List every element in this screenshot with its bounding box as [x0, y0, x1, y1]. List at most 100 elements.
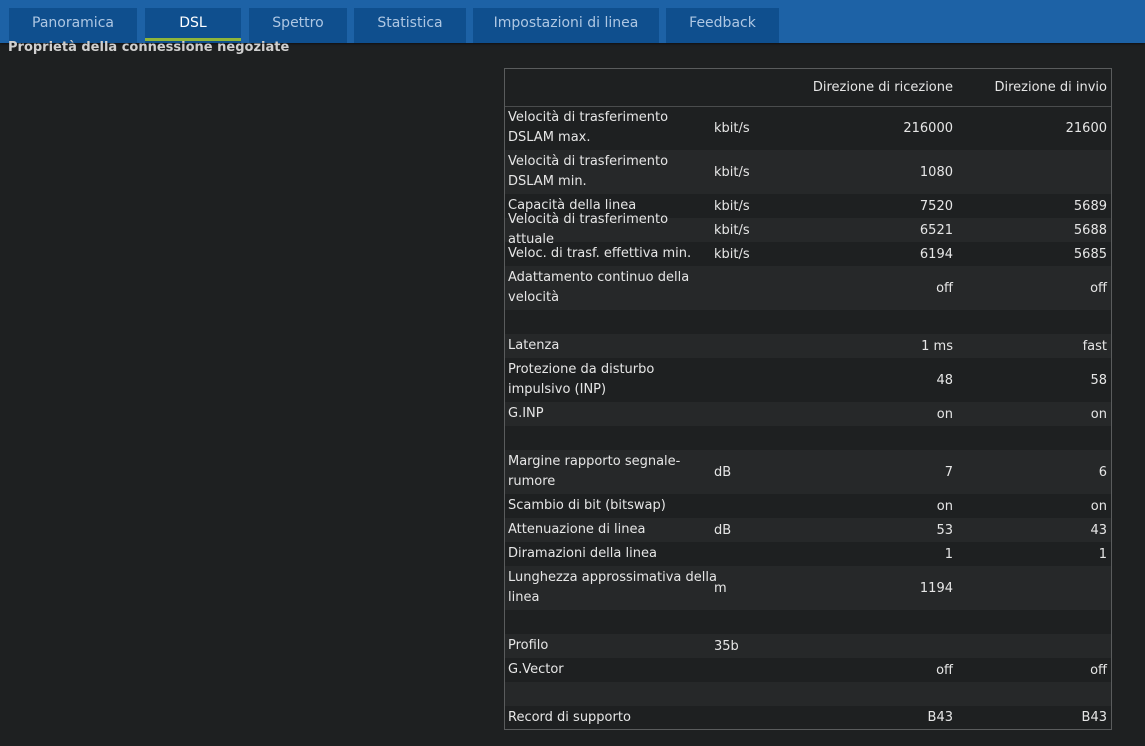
table-row: Velocità di trasferimento DSLAM min. kbi…: [505, 150, 1111, 194]
column-header-rx: Direzione di ricezione: [812, 80, 953, 95]
row-value-tx: 43: [1090, 522, 1107, 538]
row-unit: kbit/s: [714, 164, 750, 180]
row-label: [508, 682, 718, 706]
row-value-tx: 58: [1090, 372, 1107, 388]
row-unit: [714, 334, 774, 358]
table-row: G.Vector off off: [505, 658, 1111, 682]
row-value-tx: [965, 634, 1107, 658]
row-value-tx: fast: [1082, 338, 1107, 354]
row-label: G.INP: [508, 406, 544, 421]
row-value-rx: on: [936, 406, 953, 422]
row-value-tx: 6: [1098, 464, 1107, 480]
tab-feedback[interactable]: Feedback: [666, 8, 779, 43]
section-title: Proprietà della connessione negoziate: [8, 40, 290, 55]
row-label: Latenza: [508, 338, 560, 353]
row-label: Veloc. di trasf. effettiva min.: [508, 246, 692, 261]
tab-label: Feedback: [689, 15, 756, 31]
row-label: Lunghezza approssimativa della linea: [508, 570, 717, 605]
table-spacer-row: [505, 426, 1111, 450]
table-row: Velocità di trasferimento attuale kbit/s…: [505, 212, 1111, 247]
table-header-row: Direzione di ricezione Direzione di invi…: [505, 69, 1111, 107]
row-value-tx: [965, 566, 1107, 610]
row-unit: [714, 266, 774, 310]
tab-label: Impostazioni di linea: [493, 15, 639, 31]
row-unit: [714, 658, 774, 682]
row-value-rx: 1 ms: [921, 338, 953, 354]
tab-impostazioni-di-linea[interactable]: Impostazioni di linea: [473, 8, 659, 43]
row-label: Scambio di bit (bitswap): [508, 498, 666, 513]
table-row: G.INP on on: [505, 402, 1111, 426]
table-row: Protezione da disturbo impulsivo (INP) 4…: [505, 358, 1111, 402]
row-unit: dB: [714, 522, 732, 538]
row-unit: kbit/s: [714, 246, 750, 262]
row-label: [508, 610, 718, 634]
table-spacer-row: [505, 682, 1111, 706]
row-value-rx: 1: [944, 546, 953, 562]
tab-label: Statistica: [377, 15, 443, 31]
tab-label: Spettro: [272, 15, 324, 31]
row-value-rx: 1194: [919, 580, 953, 596]
row-value-rx: 1080: [919, 164, 953, 180]
row-label: G.Vector: [508, 662, 564, 677]
row-value-tx: on: [1090, 406, 1107, 422]
row-unit: m: [714, 580, 727, 596]
table-row: Profilo 35b: [505, 634, 1111, 658]
table-row: Lunghezza approssimativa della linea m 1…: [505, 566, 1111, 610]
row-unit: [714, 542, 774, 566]
row-label: Velocità di trasferimento DSLAM min.: [508, 154, 669, 189]
row-value-tx: off: [1090, 662, 1107, 678]
table-spacer-row: [505, 310, 1111, 334]
row-value-tx: [965, 150, 1107, 194]
row-value-rx: 6521: [919, 222, 953, 238]
row-label: Velocità di trasferimento DSLAM max.: [508, 110, 669, 145]
row-value-tx: 1: [1098, 546, 1107, 562]
row-unit: dB: [714, 464, 732, 480]
tab-panoramica[interactable]: Panoramica: [9, 8, 137, 43]
row-value-tx: 5688: [1073, 222, 1107, 238]
row-value-rx: off: [936, 662, 953, 678]
row-label: [508, 426, 718, 450]
tab-dsl[interactable]: DSL: [145, 8, 241, 43]
row-value-rx: 6194: [919, 246, 953, 262]
row-unit: [714, 358, 774, 402]
table-row: Attenuazione di linea dB 53 43: [505, 518, 1111, 542]
table-spacer-row: [505, 610, 1111, 634]
table-row: Scambio di bit (bitswap) on on: [505, 494, 1111, 518]
row-label: Margine rapporto segnale-rumore: [508, 454, 681, 489]
row-value-tx: on: [1090, 498, 1107, 514]
tab-spettro[interactable]: Spettro: [249, 8, 347, 43]
table-row: Adattamento continuo della velocità off …: [505, 266, 1111, 310]
connection-properties-table: Direzione di ricezione Direzione di invi…: [504, 68, 1112, 730]
row-value-rx: off: [936, 280, 953, 296]
row-unit: kbit/s: [714, 120, 750, 136]
top-navigation-bar: Panoramica DSL Spettro Statistica Impost…: [0, 0, 1145, 43]
tab-label: Panoramica: [32, 15, 114, 31]
row-label: [508, 310, 718, 334]
table-row: Margine rapporto segnale-rumore dB 7 6: [505, 450, 1111, 494]
tab-statistica[interactable]: Statistica: [354, 8, 466, 43]
column-header-tx: Direzione di invio: [994, 80, 1107, 95]
row-label: Diramazioni della linea: [508, 546, 657, 561]
row-value-rx: 53: [936, 522, 953, 538]
row-unit: kbit/s: [714, 222, 750, 238]
tab-label: DSL: [179, 15, 207, 31]
row-value-tx: 21600: [1065, 120, 1107, 136]
row-label: Protezione da disturbo impulsivo (INP): [508, 362, 655, 397]
row-label: Velocità di trasferimento attuale: [508, 212, 669, 247]
row-value-rx: on: [936, 498, 953, 514]
table-row: Velocità di trasferimento DSLAM max. kbi…: [505, 106, 1111, 150]
row-value-tx: B43: [1081, 710, 1107, 725]
row-unit: 35b: [714, 638, 739, 654]
row-label: Attenuazione di linea: [508, 522, 646, 537]
table-row: Record di supporto B43 B43: [505, 706, 1111, 729]
row-unit: kbit/s: [714, 198, 750, 214]
table-row: Veloc. di trasf. effettiva min. kbit/s 6…: [505, 242, 1111, 266]
row-value-rx: 7520: [919, 198, 953, 214]
row-unit: [714, 402, 774, 426]
row-label: Adattamento continuo della velocità: [508, 270, 690, 305]
row-value-tx: 5685: [1073, 246, 1107, 262]
row-value-rx: [805, 634, 953, 658]
row-value-rx: B43: [927, 710, 953, 725]
row-unit: [714, 494, 774, 518]
row-label: Profilo: [508, 638, 549, 653]
